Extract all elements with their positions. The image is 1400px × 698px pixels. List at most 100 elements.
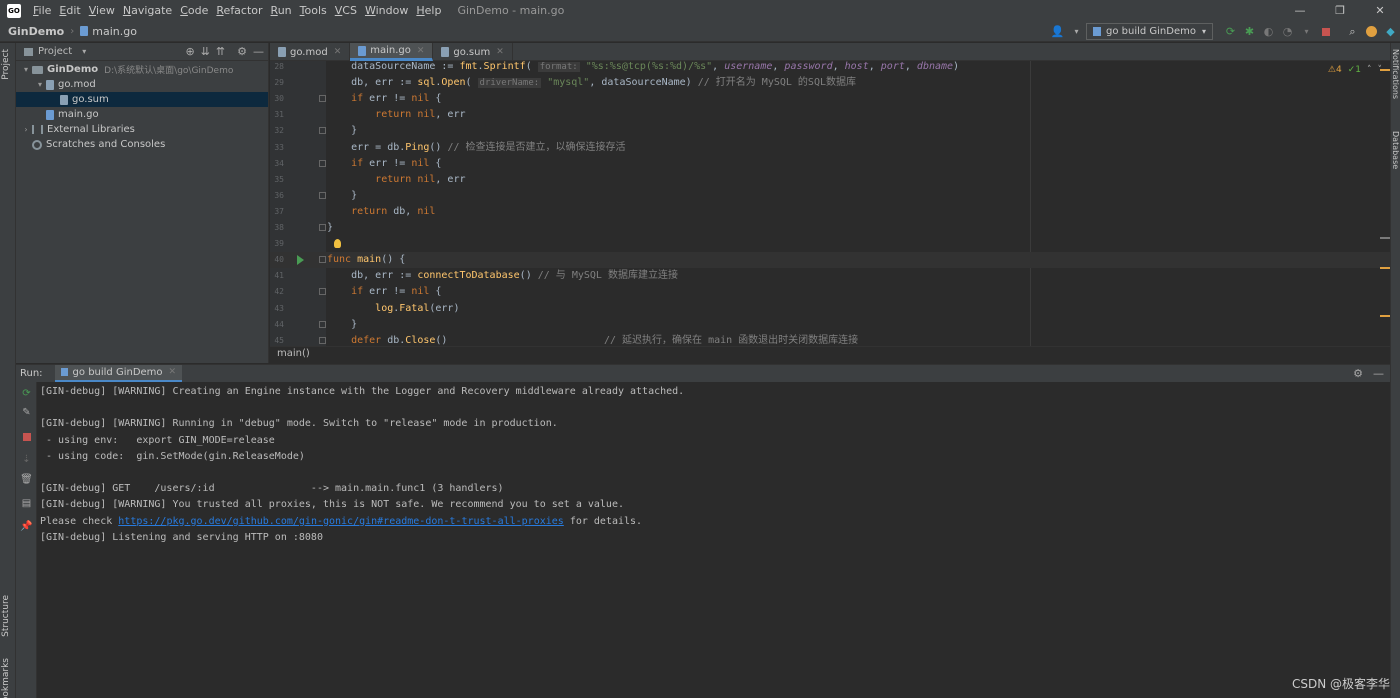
menu-edit[interactable]: Edit xyxy=(55,4,84,17)
line-number[interactable]: 32 xyxy=(270,123,284,139)
tree-item[interactable]: ▾ GinDemo D:\系统默认\桌面\go\GinDemo xyxy=(16,62,268,77)
gear-icon[interactable]: ⚙ xyxy=(237,45,247,58)
code-line[interactable]: 38} xyxy=(270,220,1390,236)
code-line[interactable]: 44 } xyxy=(270,317,1390,333)
fold-marker-icon[interactable] xyxy=(319,191,326,199)
code-breadcrumb[interactable]: main() xyxy=(270,346,1390,361)
line-number[interactable]: 31 xyxy=(270,107,284,123)
tree-item[interactable]: › External Libraries xyxy=(16,122,268,137)
fold-marker-icon[interactable] xyxy=(319,320,326,328)
fold-marker-icon[interactable] xyxy=(319,288,326,296)
code-line[interactable]: 43 log.Fatal(err) xyxy=(270,301,1390,317)
code-line[interactable]: 39 xyxy=(270,236,1390,252)
expand-all-icon[interactable]: ⇊ xyxy=(201,45,210,58)
tree-item[interactable]: Scratches and Consoles xyxy=(16,137,268,152)
database-tool-window-button[interactable]: Database xyxy=(1391,131,1400,169)
bookmarks-tool-window-button[interactable]: Bookmarks xyxy=(1,658,11,698)
menu-navigate[interactable]: Navigate xyxy=(119,4,176,17)
trash-icon[interactable]: 🗑 xyxy=(20,474,33,485)
chevron-down-icon[interactable]: ▾ xyxy=(20,65,32,74)
fold-marker-icon[interactable] xyxy=(319,256,326,264)
menu-code[interactable]: Code xyxy=(176,4,212,17)
tree-item[interactable]: go.sum xyxy=(16,92,268,107)
menu-tools[interactable]: Tools xyxy=(296,4,331,17)
notifications-tool-window-button[interactable]: Notifications xyxy=(1391,49,1400,99)
fold-marker-icon[interactable] xyxy=(319,159,326,167)
menu-vcs[interactable]: VCS xyxy=(331,4,361,17)
chevron-down-icon[interactable]: ▾ xyxy=(1067,22,1086,41)
locate-icon[interactable]: ⊕ xyxy=(185,45,194,58)
hide-icon[interactable]: — xyxy=(253,45,264,58)
code-line[interactable]: 41 db, err := connectToDatabase() // 与 M… xyxy=(270,268,1390,284)
menu-help[interactable]: Help xyxy=(412,4,445,17)
code-line[interactable]: 28 dataSourceName := fmt.Sprintf( format… xyxy=(270,61,1390,75)
rerun-icon[interactable]: ⟳ xyxy=(1221,22,1240,41)
coverage-icon[interactable]: ◐ xyxy=(1259,22,1278,41)
menu-file[interactable]: File xyxy=(29,4,55,17)
fold-marker-icon[interactable] xyxy=(319,95,326,103)
run-tab[interactable]: go build GinDemo ✕ xyxy=(54,364,183,383)
error-stripe[interactable] xyxy=(1380,61,1390,346)
scroll-thumb[interactable] xyxy=(1380,237,1390,239)
updates-icon[interactable] xyxy=(1362,22,1381,41)
code-line[interactable]: 31 return nil, err xyxy=(270,107,1390,123)
menu-run[interactable]: Run xyxy=(267,4,296,17)
line-number[interactable]: 39 xyxy=(270,236,284,252)
breadcrumb-project[interactable]: GinDemo xyxy=(8,25,64,38)
line-number[interactable]: 30 xyxy=(270,91,284,107)
run-configuration-select[interactable]: go build GinDemo ▾ xyxy=(1085,23,1213,40)
fold-marker-icon[interactable] xyxy=(319,127,326,135)
project-view-select[interactable]: Project xyxy=(38,46,72,57)
code-line[interactable]: 30 if err != nil { xyxy=(270,91,1390,107)
line-number[interactable]: 29 xyxy=(270,75,284,91)
tab-go-sum[interactable]: go.sum ✕ xyxy=(433,43,513,61)
code-line[interactable]: 36 } xyxy=(270,188,1390,204)
scroll-to-end-icon[interactable]: ⇣ xyxy=(21,454,32,465)
collapse-all-icon[interactable]: ⇈ xyxy=(216,45,225,58)
line-number[interactable]: 44 xyxy=(270,317,284,333)
code-editor[interactable]: 28 dataSourceName := fmt.Sprintf( format… xyxy=(270,61,1390,346)
inspection-widget[interactable]: ⚠4 ✓1 ˄ ˅ xyxy=(1328,65,1382,75)
line-number[interactable]: 34 xyxy=(270,156,284,172)
tree-item[interactable]: ▾ go.mod xyxy=(16,77,268,92)
user-icon[interactable]: 👤 xyxy=(1048,22,1067,41)
rerun-icon[interactable]: ⟳ xyxy=(21,388,32,399)
more-run-icon[interactable]: ▾ xyxy=(1297,22,1316,41)
chevron-up-icon[interactable]: ˄ xyxy=(1367,65,1372,75)
code-line[interactable]: 35 return nil, err xyxy=(270,172,1390,188)
code-line[interactable]: 37 return db, nil xyxy=(270,204,1390,220)
tab-main-go[interactable]: main.go ✕ xyxy=(350,43,434,61)
run-gutter-icon[interactable] xyxy=(297,255,304,266)
warning-marker[interactable] xyxy=(1380,315,1390,317)
close-button[interactable]: ✕ xyxy=(1360,0,1400,21)
close-tab-icon[interactable]: ✕ xyxy=(334,47,342,57)
menu-window[interactable]: Window xyxy=(361,4,412,17)
line-number[interactable]: 36 xyxy=(270,188,284,204)
menu-refactor[interactable]: Refactor xyxy=(212,4,266,17)
stop-icon[interactable] xyxy=(1316,22,1335,41)
profile-icon[interactable]: ◔ xyxy=(1278,22,1297,41)
line-number[interactable]: 41 xyxy=(270,268,284,284)
code-line[interactable]: 45 defer db.Close() // 延迟执行，确保在 main 函数退… xyxy=(270,333,1390,346)
code-line[interactable]: 42 if err != nil { xyxy=(270,284,1390,300)
line-number[interactable]: 40 xyxy=(270,252,284,268)
line-number[interactable]: 45 xyxy=(270,333,284,346)
line-number[interactable]: 33 xyxy=(270,140,284,156)
line-number[interactable]: 42 xyxy=(270,284,284,300)
line-number[interactable]: 28 xyxy=(270,61,284,75)
line-number[interactable]: 43 xyxy=(270,301,284,317)
code-line[interactable]: 32 } xyxy=(270,123,1390,139)
close-tab-icon[interactable]: ✕ xyxy=(496,47,504,57)
chevron-down-icon[interactable]: ▾ xyxy=(82,47,86,56)
gear-icon[interactable]: ⚙ xyxy=(1353,367,1363,380)
close-tab-icon[interactable]: ✕ xyxy=(417,46,425,56)
code-line[interactable]: 40 func main() { xyxy=(270,252,1390,269)
tab-go-mod[interactable]: go.mod ✕ xyxy=(270,43,351,61)
warning-marker[interactable] xyxy=(1380,267,1390,269)
debug-icon[interactable]: ✱ xyxy=(1240,22,1259,41)
search-icon[interactable]: ⌕ xyxy=(1343,22,1362,41)
layout-icon[interactable]: ▤ xyxy=(21,498,32,509)
line-number[interactable]: 37 xyxy=(270,204,284,220)
hide-icon[interactable]: — xyxy=(1373,367,1384,380)
console-link[interactable]: https://pkg.go.dev/github.com/gin-gonic/… xyxy=(118,516,564,527)
